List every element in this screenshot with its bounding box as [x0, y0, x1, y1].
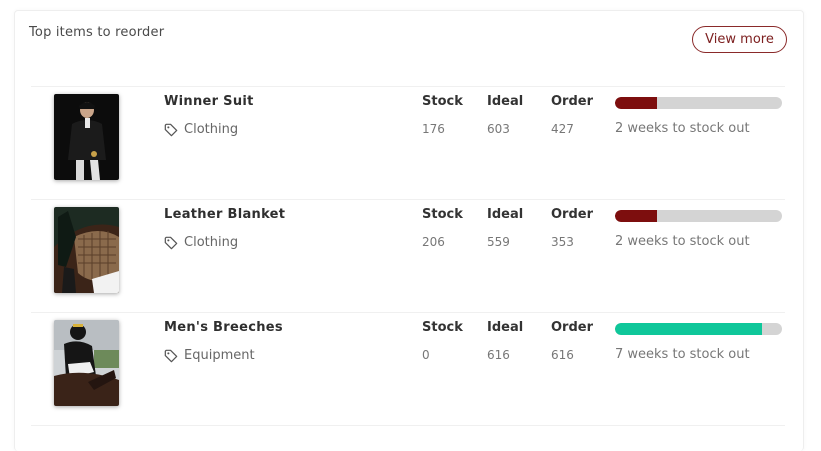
category-label: Equipment [184, 348, 255, 363]
tag-icon [164, 123, 178, 136]
stock-header: Stock [422, 320, 463, 335]
stock-header: Stock [422, 207, 463, 222]
product-name[interactable]: Leather Blanket [164, 207, 285, 222]
tag-icon [164, 349, 178, 362]
product-category: Equipment [164, 348, 255, 363]
ideal-value: 616 [487, 348, 510, 362]
product-category: Clothing [164, 235, 238, 250]
stock-out-estimate: 2 weeks to stock out [615, 121, 750, 136]
ideal-header: Ideal [487, 94, 524, 109]
ideal-header: Ideal [487, 207, 524, 222]
stock-progress-fill [615, 97, 657, 109]
stock-progress-bar [615, 97, 782, 109]
stock-progress-fill [615, 323, 762, 335]
list-item[interactable]: Men's Breeches Equipment Stock Ideal Ord… [15, 313, 803, 426]
list-item[interactable]: Leather Blanket Clothing Stock Ideal Ord… [15, 200, 803, 313]
panel-title: Top items to reorder [29, 25, 165, 40]
stock-value: 206 [422, 235, 445, 249]
category-label: Clothing [184, 122, 239, 137]
ideal-value: 559 [487, 235, 510, 249]
list-item[interactable]: Winner Suit Clothing Stock Ideal Order 1… [15, 87, 803, 200]
stock-progress-fill [615, 210, 657, 222]
product-image[interactable] [54, 207, 119, 293]
product-image[interactable] [54, 94, 119, 180]
mens-breeches-image [54, 320, 119, 406]
leather-blanket-image [54, 207, 119, 293]
product-name[interactable]: Winner Suit [164, 94, 254, 109]
stock-value: 0 [422, 348, 430, 362]
category-label: Clothing [184, 235, 239, 250]
stock-out-estimate: 7 weeks to stock out [615, 347, 750, 362]
order-value: 427 [551, 122, 574, 136]
order-header: Order [551, 207, 593, 222]
tag-icon [164, 236, 178, 249]
product-category: Clothing [164, 122, 238, 137]
stock-header: Stock [422, 94, 463, 109]
stock-progress-bar [615, 323, 782, 335]
winner-suit-image [54, 94, 119, 180]
ideal-header: Ideal [487, 320, 524, 335]
product-image[interactable] [54, 320, 119, 406]
stock-progress-bar [615, 210, 782, 222]
stock-out-estimate: 2 weeks to stock out [615, 234, 750, 249]
order-header: Order [551, 320, 593, 335]
reorder-panel: Top items to reorder View more Winner Su… [14, 10, 804, 451]
order-header: Order [551, 94, 593, 109]
view-more-button[interactable]: View more [692, 26, 787, 53]
product-name[interactable]: Men's Breeches [164, 320, 283, 335]
ideal-value: 603 [487, 122, 510, 136]
order-value: 616 [551, 348, 574, 362]
row-divider [31, 425, 785, 426]
order-value: 353 [551, 235, 574, 249]
stock-value: 176 [422, 122, 445, 136]
